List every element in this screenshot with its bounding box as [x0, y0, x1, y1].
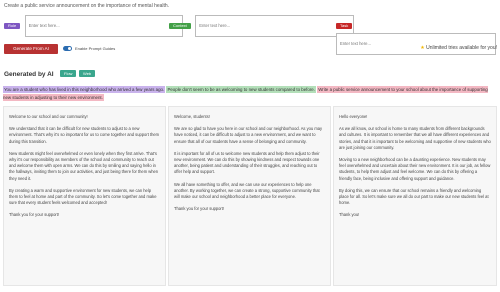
response-paragraph: Thank you for your support!: [174, 206, 225, 212]
generate-from-ai-button[interactable]: Generate From AI: [4, 44, 58, 54]
web-badge[interactable]: Web: [79, 70, 96, 77]
response-paragraph: It is important for all of us to welcome…: [174, 150, 320, 175]
prompt-context-highlight: People don't seem to be as welcoming to …: [166, 86, 316, 93]
task-tag: Task: [336, 23, 353, 29]
response-paragraph: New students might feel overwhelmed or e…: [9, 150, 159, 181]
prompt-guides-toggle[interactable]: [63, 46, 72, 51]
response-paragraph: Welcome to our school and our community!: [9, 114, 88, 119]
star-icon: ★: [420, 45, 425, 51]
context-tag: Context: [169, 23, 191, 29]
context-field: Context: [169, 14, 355, 37]
response-paragraph: By doing this, we can ensure that our sc…: [339, 187, 489, 206]
generated-prompt: You are a student who has lived in this …: [3, 86, 493, 102]
response-paragraph: As we all know, our school is home to ma…: [339, 126, 491, 150]
response-paragraph: We are so glad to have you here in our s…: [174, 126, 323, 144]
generated-section-title: Generated by AI: [4, 71, 54, 78]
unlimited-tries-text: Unlimited tries available for you!: [426, 45, 497, 51]
prompt-guides-label: Enable Prompt Guides: [75, 46, 116, 51]
task-description: Create a public service announcement on …: [4, 3, 170, 9]
task-input[interactable]: [336, 32, 496, 55]
response-paragraph: We understand that it can be difficult f…: [9, 126, 160, 144]
response-card-3[interactable]: Hello everyone! As we all know, our scho…: [333, 106, 497, 286]
role-field: Role: [4, 14, 183, 37]
response-paragraph: Thank you!: [339, 212, 360, 218]
response-card-2[interactable]: Welcome, students! We are so glad to hav…: [168, 106, 331, 286]
context-input[interactable]: [195, 14, 355, 37]
response-paragraph: By creating a warm and supportive enviro…: [9, 187, 157, 206]
role-input[interactable]: [24, 14, 183, 37]
role-tag: Role: [4, 23, 21, 29]
response-paragraph: Welcome, students!: [174, 114, 210, 119]
response-paragraph: Moving to a new neighborhood can be a da…: [339, 157, 491, 181]
unlimited-tries-notice: ★ Unlimited tries available for you!: [420, 45, 497, 51]
response-paragraph: Hello everyone!: [339, 114, 368, 119]
response-card-1[interactable]: Welcome to our school and our community!…: [3, 106, 166, 286]
flow-badge[interactable]: Flow: [60, 70, 77, 77]
response-paragraph: Thank you for your support!: [9, 212, 60, 218]
response-paragraph: We all have something to offer, and we c…: [174, 181, 320, 200]
prompt-role-highlight: You are a student who has lived in this …: [3, 86, 166, 93]
